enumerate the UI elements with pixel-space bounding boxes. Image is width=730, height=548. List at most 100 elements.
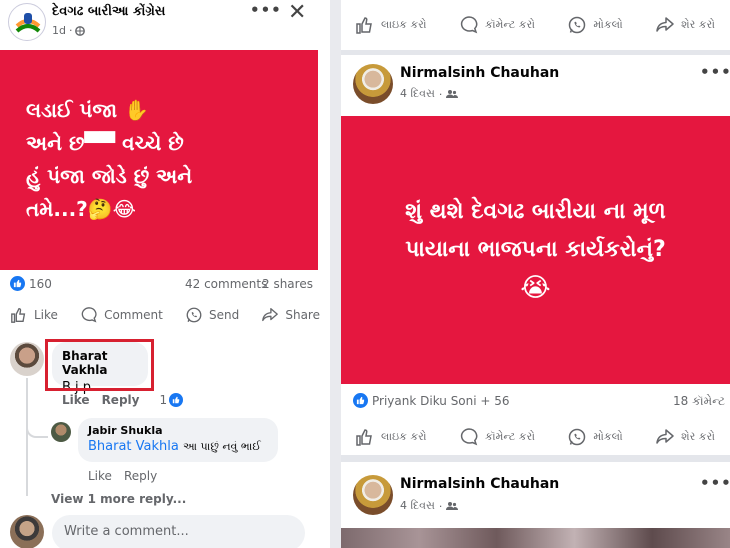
reply-like-button[interactable]: Like bbox=[88, 469, 112, 483]
send-button[interactable]: મોકલો bbox=[567, 15, 623, 35]
more-options-icon[interactable]: ••• bbox=[700, 63, 730, 81]
whatsapp-icon bbox=[186, 307, 202, 323]
share-label: શેર કરો bbox=[681, 18, 715, 31]
congress-logo-icon bbox=[15, 13, 41, 33]
share-button[interactable]: શેર કરો bbox=[655, 427, 715, 447]
poster-avatar[interactable] bbox=[353, 475, 393, 515]
poster-name[interactable]: Nirmalsinh Chauhan bbox=[400, 65, 559, 81]
post-action-bar: લાઇક કરો કૉમેન્ટ કરો મોકલો શેર કરો bbox=[355, 427, 715, 447]
post-image[interactable]: શું થશે દેવગઢ બારીયા ના મૂળ પાયાના ભાજપન… bbox=[341, 116, 730, 384]
post-time: 1d bbox=[52, 24, 66, 37]
post-image[interactable]: લડાઈ પંજા ✋ અને છ▀▀ વચ્ચે છે હું પંજા જો… bbox=[0, 50, 318, 270]
more-options-icon[interactable]: ••• bbox=[700, 474, 730, 492]
image-text-line: શું થશે દેવગઢ બારીયા ના મૂળ bbox=[405, 199, 666, 224]
comment-like-button[interactable]: Like bbox=[62, 393, 90, 407]
comment-bubble-icon bbox=[460, 428, 478, 446]
comment-bubble-icon bbox=[460, 16, 478, 34]
thumbs-up-icon bbox=[11, 308, 26, 323]
image-text-line: અને છ▀▀ વચ્ચે છે bbox=[26, 131, 184, 155]
comment-reaction-count[interactable]: 1 bbox=[159, 393, 184, 407]
post-meta: 4 દિવસ · bbox=[400, 87, 459, 101]
reply-reply-button[interactable]: Reply bbox=[124, 469, 157, 483]
share-button[interactable]: Share bbox=[261, 306, 320, 324]
commenter-avatar[interactable] bbox=[10, 342, 44, 376]
thread-line bbox=[26, 378, 28, 496]
previous-post-footer: લાઇક કરો કૉમેન્ટ કરો મોકલો શેર કરો bbox=[341, 0, 730, 50]
page-avatar[interactable] bbox=[8, 3, 46, 41]
whatsapp-icon bbox=[569, 16, 586, 34]
thumbs-up-icon bbox=[356, 429, 372, 446]
image-text-line: હું પંજા જોડે છું અને bbox=[26, 164, 193, 188]
left-post-panel: દેવગઢ બારીઆ કોંગ્રેસ 1d · ••• ✕ લડાઈ પંજ… bbox=[0, 0, 330, 548]
view-more-replies[interactable]: View 1 more reply... bbox=[51, 492, 186, 506]
share-arrow-icon bbox=[656, 17, 674, 32]
post-time: 4 દિવસ bbox=[400, 87, 435, 100]
highlight-annotation bbox=[45, 339, 154, 391]
image-text-line: તમે...?🤔😂 bbox=[26, 197, 137, 221]
like-label: Like bbox=[34, 308, 58, 322]
reaction-summary[interactable]: 160 bbox=[10, 276, 52, 291]
friends-icon bbox=[446, 90, 459, 98]
like-label: લાઇક કરો bbox=[381, 18, 427, 31]
thumbs-up-icon bbox=[356, 17, 372, 34]
reply-text-line: Bharat Vakhla આ પાછું નવું ભાઈ bbox=[88, 439, 268, 454]
write-comment-input[interactable]: Write a comment... bbox=[52, 515, 305, 548]
share-label: Share bbox=[285, 308, 320, 322]
close-icon[interactable]: ✕ bbox=[288, 0, 306, 25]
reply-name[interactable]: Jabir Shukla bbox=[88, 424, 268, 437]
share-arrow-icon bbox=[656, 429, 674, 444]
like-label: લાઇક કરો bbox=[381, 430, 427, 443]
current-user-avatar bbox=[10, 515, 44, 548]
poster-name[interactable]: Nirmalsinh Chauhan bbox=[400, 476, 559, 492]
share-button[interactable]: શેર કરો bbox=[655, 15, 715, 35]
comment-actions: Like Reply 1 bbox=[62, 393, 184, 407]
comment-label: કૉમેન્ટ કરો bbox=[484, 18, 535, 31]
whatsapp-icon bbox=[569, 428, 586, 446]
like-reaction-icon bbox=[169, 393, 184, 407]
post-image-partial[interactable] bbox=[341, 528, 730, 548]
comment-button[interactable]: Comment bbox=[80, 306, 163, 324]
reply-bubble: Jabir Shukla Bharat Vakhla આ પાછું નવું … bbox=[78, 418, 278, 462]
reaction-count: 160 bbox=[29, 276, 52, 291]
top-action-bar: લાઇક કરો કૉમેન્ટ કરો મોકલો શેર કરો bbox=[355, 15, 715, 35]
like-button[interactable]: લાઇક કરો bbox=[355, 427, 427, 447]
share-arrow-icon bbox=[262, 308, 279, 322]
post-header: દેવગઢ બારીઆ કોંગ્રેસ 1d · ••• ✕ bbox=[0, 0, 330, 48]
comment-bubble-icon bbox=[81, 307, 97, 323]
post-action-bar: Like Comment Send Share bbox=[10, 306, 320, 324]
poster-avatar[interactable] bbox=[353, 64, 393, 104]
send-button[interactable]: Send bbox=[185, 306, 239, 324]
reply-avatar[interactable] bbox=[51, 422, 71, 442]
comment-label: કૉમેન્ટ કરો bbox=[484, 430, 535, 443]
shares-count[interactable]: 2 shares bbox=[262, 277, 313, 291]
share-label: શેર કરો bbox=[681, 430, 715, 443]
image-text-line: પાયાના ભાજપના કાર્યકરોનું? bbox=[405, 237, 666, 262]
send-button[interactable]: મોકલો bbox=[567, 427, 623, 447]
like-button[interactable]: Like bbox=[10, 306, 58, 324]
reply-actions: Like Reply bbox=[88, 469, 157, 483]
image-text-line: લડાઈ પંજા ✋ bbox=[26, 98, 149, 122]
right-feed-panel: લાઇક કરો કૉમેન્ટ કરો મોકલો શેર કરો Nirma… bbox=[341, 0, 730, 548]
comment-button[interactable]: કૉમેન્ટ કરો bbox=[459, 427, 535, 447]
send-label: મોકલો bbox=[593, 430, 623, 443]
send-label: Send bbox=[208, 308, 240, 322]
comment-reply-button[interactable]: Reply bbox=[102, 393, 140, 407]
globe-icon bbox=[75, 25, 86, 36]
comments-count[interactable]: 42 comments bbox=[185, 277, 267, 291]
comments-count[interactable]: 18 કૉમેન્ટ bbox=[673, 394, 725, 409]
more-options-icon[interactable]: ••• bbox=[250, 1, 282, 19]
reaction-summary[interactable]: Priyank Diku Soni + 56 bbox=[353, 393, 510, 408]
reactors-text: Priyank Diku Soni + 56 bbox=[372, 393, 510, 408]
screenshot-divider bbox=[330, 0, 341, 548]
like-reaction-icon bbox=[10, 276, 25, 291]
feed-post: Nirmalsinh Chauhan 4 દિવસ · ••• શું થશે … bbox=[341, 55, 730, 455]
post-meta: 4 દિવસ · bbox=[400, 499, 459, 513]
post-time: 4 દિવસ bbox=[400, 499, 435, 512]
page-name[interactable]: દેવગઢ બારીઆ કોંગ્રેસ bbox=[52, 4, 165, 19]
thread-branch bbox=[26, 428, 48, 438]
friends-icon bbox=[446, 502, 459, 510]
comment-button[interactable]: કૉમેન્ટ કરો bbox=[459, 15, 535, 35]
like-button[interactable]: લાઇક કરો bbox=[355, 15, 427, 35]
post-meta: 1d · bbox=[52, 24, 86, 37]
mention-link[interactable]: Bharat Vakhla bbox=[88, 439, 179, 454]
